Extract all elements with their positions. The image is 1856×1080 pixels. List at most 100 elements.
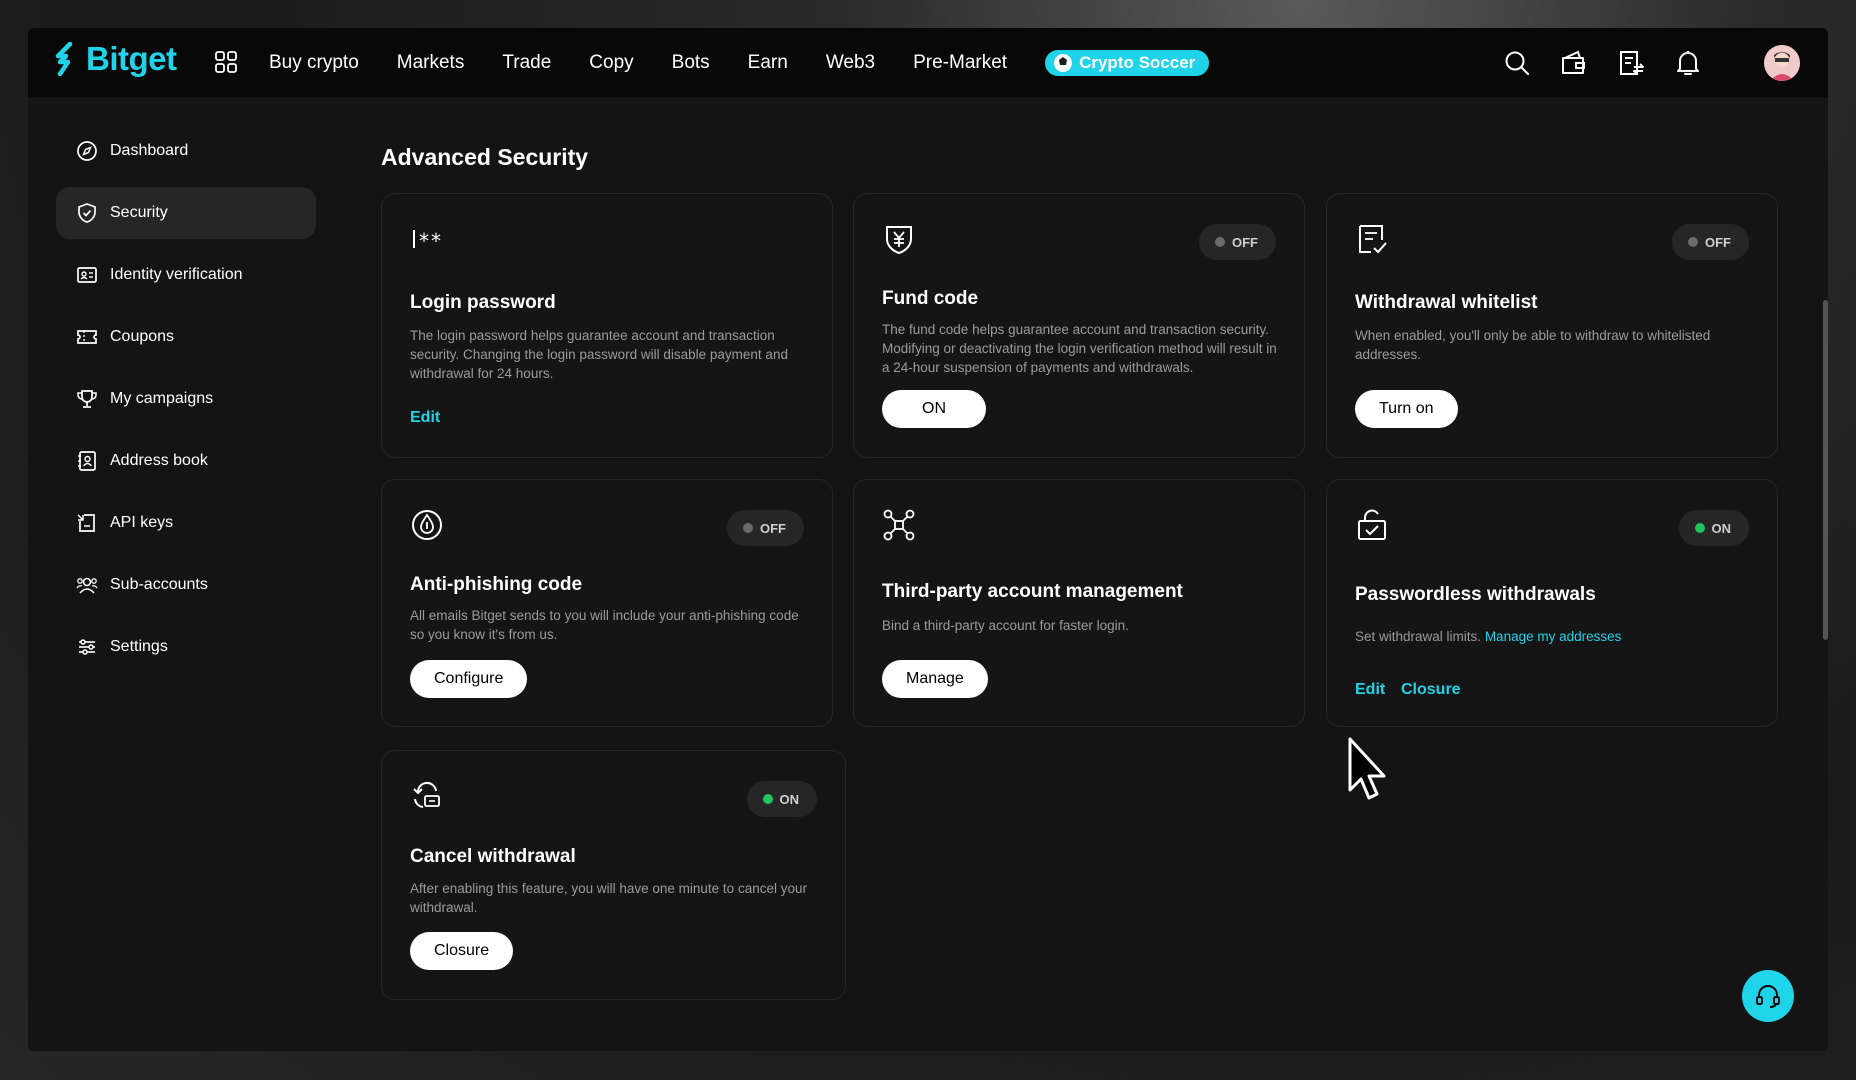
- headset-icon: [1756, 985, 1780, 1008]
- app-window: Bitget Buy crypto Markets Trade Copy Bot…: [28, 28, 1828, 1051]
- shield-icon: [78, 203, 96, 223]
- sidebar-item-security[interactable]: Security: [56, 187, 316, 239]
- edit-login-password-link[interactable]: Edit: [410, 409, 440, 427]
- nav-web3[interactable]: Web3: [826, 52, 875, 74]
- card-title: Login password: [410, 292, 556, 313]
- status-dot: [1215, 237, 1225, 247]
- status-text: ON: [1711, 520, 1732, 536]
- login-password-card: ** Login password The login password hel…: [381, 193, 833, 458]
- sidebar-item-label: Address book: [110, 452, 208, 469]
- anti-phishing-status-badge[interactable]: OFF: [727, 510, 804, 546]
- sidebar-item-coupons[interactable]: Coupons: [56, 311, 316, 363]
- sidebar-item-settings[interactable]: Settings: [56, 621, 316, 673]
- edit-passwordless-link[interactable]: Edit: [1355, 681, 1385, 699]
- sidebar-item-label: API keys: [110, 514, 174, 531]
- passwordless-desc-text: Set withdrawal limits.: [1355, 629, 1482, 644]
- orders-icon[interactable]: [1616, 48, 1646, 78]
- card-description: Bind a third-party account for faster lo…: [882, 618, 1129, 633]
- sidebar-item-sub-accounts[interactable]: Sub-accounts: [56, 559, 316, 611]
- card-title: Anti-phishing code: [410, 574, 583, 595]
- main-nav: Buy crypto Markets Trade Copy Bots Earn …: [269, 28, 1210, 97]
- card-description: All emails Bitget sends to you will incl…: [410, 608, 799, 642]
- nav-buy-crypto[interactable]: Buy crypto: [269, 52, 359, 74]
- closure-cancel-withdrawal-button[interactable]: Closure: [410, 932, 514, 970]
- promo-label: Crypto Soccer: [1079, 52, 1196, 72]
- svg-text:**: **: [418, 229, 442, 253]
- users-icon: [76, 577, 98, 594]
- top-icon-group: [1502, 28, 1828, 97]
- crypto-soccer-promo[interactable]: Crypto Soccer: [1045, 49, 1210, 76]
- manage-third-party-button[interactable]: Manage: [882, 660, 988, 698]
- anti-phishing-card: OFF Anti-phishing code All emails Bitget…: [381, 479, 833, 727]
- network-icon: [883, 509, 915, 541]
- wallet-icon[interactable]: [1559, 48, 1589, 78]
- bell-icon[interactable]: [1673, 48, 1703, 78]
- sidebar: Dashboard Security Identity verification…: [56, 125, 316, 683]
- nav-trade[interactable]: Trade: [502, 52, 551, 74]
- trophy-icon: [77, 390, 97, 408]
- sidebar-item-label: Settings: [110, 638, 168, 655]
- turn-on-whitelist-button[interactable]: Turn on: [1355, 390, 1458, 428]
- page-title: Advanced Security: [381, 144, 589, 170]
- sidebar-item-label: Sub-accounts: [110, 576, 208, 593]
- soccer-ball-icon: [1054, 53, 1073, 72]
- card-title: Withdrawal whitelist: [1355, 292, 1538, 313]
- checklist-icon: [1359, 225, 1387, 254]
- address-book-icon: [78, 451, 96, 471]
- sidebar-item-dashboard[interactable]: Dashboard: [56, 125, 316, 177]
- customer-support-button[interactable]: [1742, 970, 1794, 1022]
- card-title: Passwordless withdrawals: [1355, 584, 1596, 605]
- cancel-withdrawal-status-badge[interactable]: ON: [746, 781, 817, 817]
- cancel-withdrawal-card: ON Cancel withdrawal After enabling this…: [381, 750, 846, 1000]
- fund-shield-icon: [886, 226, 912, 255]
- sidebar-item-api-keys[interactable]: API keys: [56, 497, 316, 549]
- sidebar-item-address-book[interactable]: Address book: [56, 435, 316, 487]
- password-icon: **: [413, 229, 442, 253]
- nav-markets[interactable]: Markets: [397, 52, 465, 74]
- nav-earn[interactable]: Earn: [748, 52, 788, 74]
- coupon-icon: [77, 330, 97, 344]
- sidebar-item-label: Coupons: [110, 328, 175, 345]
- fund-code-on-button[interactable]: ON: [882, 390, 986, 428]
- id-card-icon: [77, 267, 97, 283]
- sidebar-item-identity-verification[interactable]: Identity verification: [56, 249, 316, 301]
- status-text: OFF: [1705, 234, 1731, 250]
- unlocked-bag-icon: [1358, 509, 1386, 540]
- configure-anti-phishing-button[interactable]: Configure: [410, 660, 528, 698]
- card-description: The login password helps guarantee accou…: [410, 328, 788, 381]
- brand-name: Bitget: [86, 40, 177, 77]
- compass-icon: [77, 141, 97, 161]
- passwordless-status-badge[interactable]: ON: [1678, 510, 1749, 546]
- card-description: When enabled, you'll only be able to wit…: [1355, 328, 1711, 362]
- mouse-cursor-icon: [1348, 737, 1386, 800]
- closure-passwordless-link[interactable]: Closure: [1401, 681, 1461, 699]
- sidebar-item-label: Dashboard: [110, 142, 189, 159]
- bitget-logo-icon: [55, 42, 73, 76]
- sliders-icon: [79, 639, 95, 655]
- sidebar-item-label: My campaigns: [110, 390, 214, 407]
- vertical-scrollbar[interactable]: [1823, 300, 1828, 640]
- passwordless-withdrawals-card: ON Passwordless withdrawals Set withdraw…: [1326, 479, 1778, 727]
- withdrawal-whitelist-status-badge[interactable]: OFF: [1672, 224, 1749, 260]
- sidebar-item-label: Security: [110, 204, 168, 221]
- nav-bots[interactable]: Bots: [672, 52, 710, 74]
- card-description: The fund code helps guarantee account an…: [882, 322, 1277, 375]
- nav-pre-market[interactable]: Pre-Market: [913, 52, 1007, 74]
- status-dot: [1688, 237, 1698, 247]
- manage-my-addresses-link[interactable]: Manage my addresses: [1485, 629, 1622, 644]
- avatar[interactable]: [1764, 44, 1800, 81]
- status-dot: [762, 794, 773, 804]
- card-title: Cancel withdrawal: [410, 846, 576, 867]
- status-text: OFF: [760, 520, 786, 536]
- search-icon[interactable]: [1502, 48, 1532, 78]
- nav-copy[interactable]: Copy: [589, 52, 633, 74]
- status-dot: [1694, 523, 1705, 533]
- card-title: Third-party account management: [882, 581, 1183, 602]
- sidebar-item-my-campaigns[interactable]: My campaigns: [56, 373, 316, 425]
- fund-code-status-badge[interactable]: OFF: [1199, 224, 1276, 260]
- card-description: Set withdrawal limits. Manage my address…: [1355, 627, 1755, 646]
- anti-phishing-icon: [412, 510, 442, 540]
- bitget-logo[interactable]: Bitget: [54, 40, 177, 78]
- status-dot: [743, 523, 753, 533]
- apps-grid-icon[interactable]: [214, 50, 238, 74]
